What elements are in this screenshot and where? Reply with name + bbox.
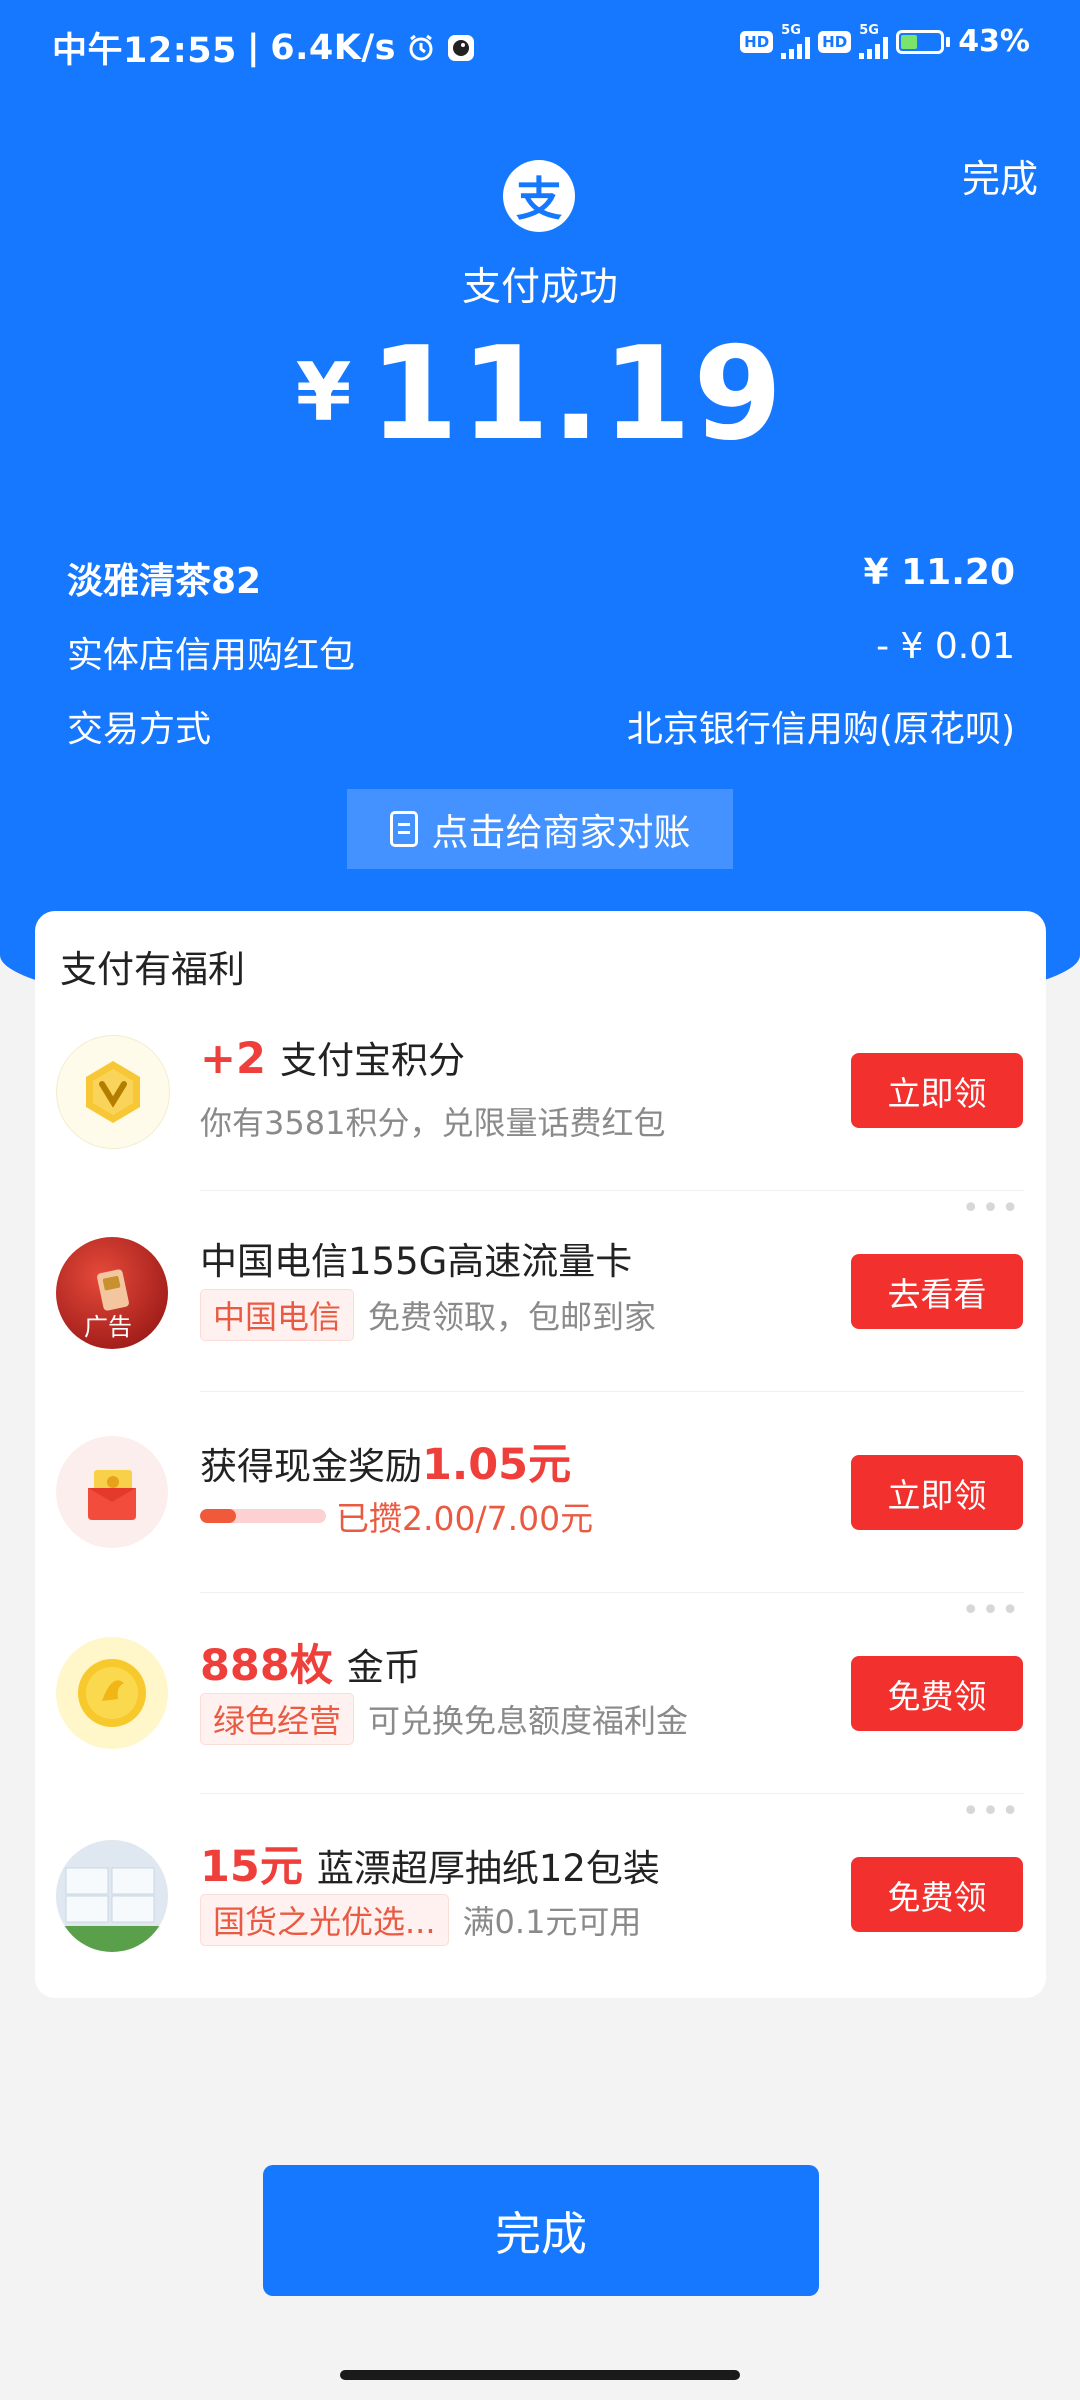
detail-label: 实体店信用购红包 — [67, 635, 356, 676]
battery-percentage: 43% — [958, 24, 1030, 59]
app-notification-icon — [447, 34, 474, 61]
coupon-title: 蓝漂超厚抽纸12包装 — [316, 1847, 660, 1890]
status-separator: | — [246, 27, 261, 68]
coupon-subtitle: 满0.1元可用 — [462, 1903, 642, 1941]
more-options-icon[interactable]: ••• — [962, 1593, 1021, 1628]
status-network-speed: 6.4K/s — [270, 27, 396, 68]
claim-cash-button[interactable]: 立即领 — [851, 1455, 1023, 1530]
home-indicator[interactable] — [340, 2370, 740, 2380]
cash-progress-text: 已攒2.00/7.00元 — [336, 1499, 594, 1538]
gold-coin-icon — [56, 1637, 168, 1749]
cash-reward-title: 获得现金奖励 — [200, 1445, 422, 1488]
done-top-button[interactable]: 完成 — [962, 148, 1038, 203]
more-options-icon[interactable]: ••• — [962, 1191, 1021, 1226]
detail-value: ¥ 11.20 — [863, 552, 1015, 593]
signal-icon-1: 5G — [781, 23, 811, 59]
claim-points-button[interactable]: 立即领 — [851, 1053, 1023, 1128]
battery-icon — [896, 29, 951, 54]
points-title: 支付宝积分 — [279, 1039, 465, 1082]
detail-row-merchant: 淡雅清茶82 ¥ 11.20 — [67, 552, 1015, 604]
status-bar: 中午12:55 | 6.4K/s HD 5G HD 5G 43% — [0, 0, 1080, 100]
coupon-amount: 15元 — [200, 1842, 303, 1892]
more-options-icon[interactable]: ••• — [962, 1794, 1021, 1829]
telecom-title: 中国电信155G高速流量卡 — [200, 1240, 633, 1283]
benefit-item-cash-reward[interactable]: 获得现金奖励 1.05元 已攒2.00/7.00元 立即领 — [35, 1392, 1046, 1593]
benefit-item-points[interactable]: +2 支付宝积分 你有3581积分，兑限量话费红包 立即领 — [35, 990, 1046, 1191]
alarm-icon — [409, 34, 433, 60]
coupon-tag: 国货之光优选... — [200, 1894, 449, 1946]
reconcile-label: 点击给商家对账 — [431, 811, 691, 854]
net-type-label-1: 5G — [781, 23, 801, 38]
amount-value: 11.19 — [369, 320, 785, 469]
reconcile-button[interactable]: 点击给商家对账 — [347, 789, 733, 869]
view-telecom-button[interactable]: 去看看 — [851, 1254, 1023, 1329]
points-coin-icon — [56, 1035, 170, 1149]
detail-row-discount: 实体店信用购红包 - ¥ 0.01 — [67, 626, 1015, 678]
hd-badge-2: HD — [818, 30, 852, 53]
ad-label: 广告 — [84, 1313, 132, 1341]
benefits-card: 支付有福利 +2 支付宝积分 你有3581积分，兑限量话费红包 立即领 ••• — [35, 911, 1046, 1998]
benefits-title: 支付有福利 — [60, 948, 245, 991]
coin-subtitle: 可兑换免息额度福利金 — [368, 1702, 689, 1740]
coin-tag: 绿色经营 — [200, 1693, 355, 1745]
benefit-item-tissue-coupon[interactable]: ••• 15元 蓝漂超厚抽纸12包装 国货之光优选... 满0.1元可用 免费领 — [35, 1794, 1046, 1995]
points-highlight: +2 — [200, 1034, 266, 1084]
detail-value: 北京银行信用购(原花呗) — [626, 709, 1015, 750]
telecom-tag: 中国电信 — [200, 1289, 355, 1341]
currency-symbol: ¥ — [295, 346, 352, 439]
alipay-logo-icon: 支 — [503, 160, 575, 232]
coin-title: 金币 — [346, 1646, 421, 1689]
net-type-label-2: 5G — [859, 23, 879, 38]
claim-coupon-button[interactable]: 免费领 — [851, 1857, 1023, 1932]
status-time: 中午12:55 — [52, 31, 237, 71]
cash-reward-amount: 1.05元 — [422, 1440, 572, 1490]
status-right: HD 5G HD 5G 43% — [740, 24, 1030, 59]
claim-coins-button[interactable]: 免费领 — [851, 1656, 1023, 1731]
detail-label: 交易方式 — [67, 709, 212, 750]
status-left: 中午12:55 | 6.4K/s — [52, 22, 476, 73]
hd-badge-1: HD — [740, 30, 774, 53]
cash-progress-fill — [200, 1509, 236, 1523]
document-icon — [389, 811, 418, 847]
payment-amount: ¥11.19 — [0, 320, 1080, 469]
header-background — [0, 0, 1080, 1025]
payment-status-title: 支付成功 — [461, 265, 618, 310]
red-envelope-icon — [56, 1436, 168, 1548]
done-bottom-button[interactable]: 完成 — [263, 2165, 819, 2296]
cash-progress-bar — [200, 1509, 326, 1523]
detail-value: - ¥ 0.01 — [876, 626, 1015, 667]
battery-fill — [901, 34, 918, 49]
detail-row-payment-method: 交易方式 北京银行信用购(原花呗) — [67, 700, 1015, 752]
telecom-subtitle: 免费领取，包邮到家 — [368, 1298, 657, 1336]
detail-label: 淡雅清茶82 — [67, 561, 262, 602]
sim-card-ad-icon: 广告 — [56, 1237, 168, 1349]
coin-count: 888枚 — [200, 1641, 333, 1691]
benefit-item-gold-coins[interactable]: ••• 888枚 金币 绿色经营 可兑换免息额度福利金 免费领 — [35, 1593, 1046, 1794]
tissue-pack-icon — [56, 1840, 168, 1952]
benefit-item-telecom-ad[interactable]: ••• 广告 中国电信155G高速流量卡 中国电信 免费领取，包邮到家 去看看 — [35, 1191, 1046, 1392]
signal-icon-2: 5G — [859, 23, 889, 59]
points-subtitle: 你有3581积分，兑限量话费红包 — [200, 1104, 666, 1142]
